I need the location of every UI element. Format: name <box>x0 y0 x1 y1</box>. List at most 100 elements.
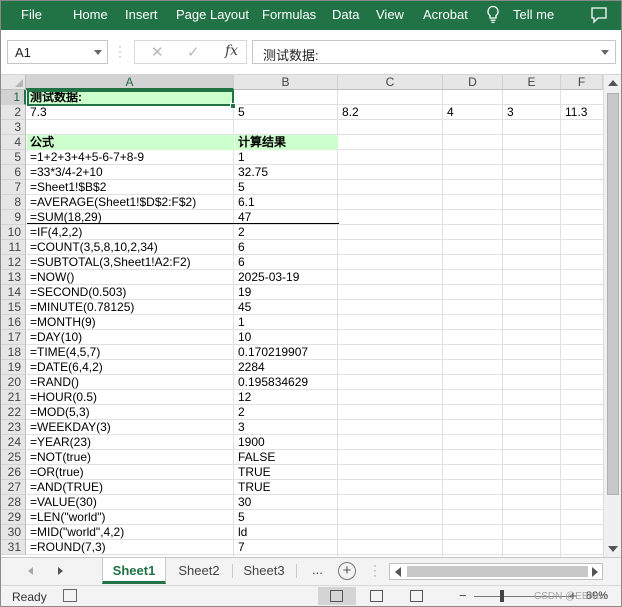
row-header-14[interactable]: 14 <box>1 285 26 300</box>
select-all-button[interactable] <box>1 75 26 90</box>
row-header-10[interactable]: 10 <box>1 225 26 240</box>
cell-b17[interactable]: 10 <box>235 330 338 345</box>
cell-f2[interactable]: 11.3 <box>562 105 603 120</box>
row-header-2[interactable]: 2 <box>1 105 26 120</box>
cell-b6[interactable]: 32.75 <box>235 165 338 180</box>
cell-b25[interactable]: FALSE <box>235 450 338 465</box>
row-header-31[interactable]: 31 <box>1 540 26 555</box>
row-header-25[interactable]: 25 <box>1 450 26 465</box>
scroll-up-icon[interactable] <box>608 80 618 86</box>
column-header-a[interactable]: A <box>26 75 234 90</box>
cell-b27[interactable]: TRUE <box>235 480 338 495</box>
row-header-1[interactable]: 1 <box>1 90 26 105</box>
cell-a30[interactable]: =MID("world",4,2) <box>27 525 234 540</box>
row-header-22[interactable]: 22 <box>1 405 26 420</box>
cell-a22[interactable]: =MOD(5,3) <box>27 405 234 420</box>
column-header-c[interactable]: C <box>338 75 443 90</box>
row-header-29[interactable]: 29 <box>1 510 26 525</box>
cell-b10[interactable]: 2 <box>235 225 338 240</box>
cell-a7[interactable]: =Sheet1!$B$2 <box>27 180 234 195</box>
cell-a11[interactable]: =COUNT(3,5,8,10,2,34) <box>27 240 234 255</box>
cell-b14[interactable]: 19 <box>235 285 338 300</box>
cell-b20[interactable]: 0.195834629 <box>235 375 338 390</box>
vertical-scroll-thumb[interactable] <box>607 93 619 495</box>
cell-c2[interactable]: 8.2 <box>339 105 443 120</box>
cell-b5[interactable]: 1 <box>235 150 338 165</box>
zoom-out-button[interactable]: − <box>459 588 467 603</box>
row-header-9[interactable]: 9 <box>1 210 26 225</box>
prev-sheet-icon[interactable] <box>28 567 33 575</box>
active-cell-selection[interactable] <box>27 90 234 106</box>
drag-handle-icon[interactable]: · · · <box>118 40 122 62</box>
ribbon-tab-home[interactable]: Home <box>73 7 108 22</box>
row-header-28[interactable]: 28 <box>1 495 26 510</box>
row-header-27[interactable]: 27 <box>1 480 26 495</box>
cell-a2[interactable]: 7.3 <box>27 105 234 120</box>
cell-b30[interactable]: ld <box>235 525 338 540</box>
cell-b23[interactable]: 3 <box>235 420 338 435</box>
fill-handle[interactable] <box>230 103 236 109</box>
cell-a29[interactable]: =LEN("world") <box>27 510 234 525</box>
drag-handle-icon[interactable]: · · · <box>373 559 377 581</box>
row-header-8[interactable]: 8 <box>1 195 26 210</box>
ribbon-tab-file[interactable]: File <box>21 7 42 22</box>
row-header-3[interactable]: 3 <box>1 120 26 135</box>
row-header-17[interactable]: 17 <box>1 330 26 345</box>
ribbon-tab-page-layout[interactable]: Page Layout <box>176 7 249 22</box>
insert-function-button[interactable]: fx <box>225 43 238 59</box>
cell-b2[interactable]: 5 <box>235 105 338 120</box>
horizontal-scrollbar[interactable] <box>389 563 603 580</box>
cell-b22[interactable]: 2 <box>235 405 338 420</box>
cell-b24[interactable]: 1900 <box>235 435 338 450</box>
cell-a6[interactable]: =33*3/4-2+10 <box>27 165 234 180</box>
column-header-f[interactable]: F <box>561 75 603 90</box>
cell-b21[interactable]: 12 <box>235 390 338 405</box>
column-header-e[interactable]: E <box>503 75 561 90</box>
vertical-scrollbar[interactable] <box>603 75 621 557</box>
row-header-7[interactable]: 7 <box>1 180 26 195</box>
cell-b4[interactable]: 计算结果 <box>235 135 338 150</box>
row-header-16[interactable]: 16 <box>1 315 26 330</box>
row-header-24[interactable]: 24 <box>1 435 26 450</box>
cell-a17[interactable]: =DAY(10) <box>27 330 234 345</box>
sheet-tab-sheet3[interactable]: Sheet3 <box>233 558 295 584</box>
cell-a10[interactable]: =IF(4,2,2) <box>27 225 234 240</box>
row-header-26[interactable]: 26 <box>1 465 26 480</box>
cell-a21[interactable]: =HOUR(0.5) <box>27 390 234 405</box>
scroll-down-icon[interactable] <box>608 546 618 552</box>
row-header-4[interactable]: 4 <box>1 135 26 150</box>
cell-b7[interactable]: 5 <box>235 180 338 195</box>
next-sheet-icon[interactable] <box>58 567 63 575</box>
cell-a24[interactable]: =YEAR(23) <box>27 435 234 450</box>
macro-recording-icon[interactable] <box>63 589 77 602</box>
name-box[interactable]: A1 <box>7 40 108 64</box>
cell-b11[interactable]: 6 <box>235 240 338 255</box>
cell-b12[interactable]: 6 <box>235 255 338 270</box>
cell-b19[interactable]: 2284 <box>235 360 338 375</box>
page-break-view-button[interactable] <box>398 587 436 605</box>
row-header-15[interactable]: 15 <box>1 300 26 315</box>
cell-a8[interactable]: =AVERAGE(Sheet1!$D$2:F$2) <box>27 195 234 210</box>
ribbon-tab-formulas[interactable]: Formulas <box>262 7 316 22</box>
cell-b8[interactable]: 6.1 <box>235 195 338 210</box>
cell-a25[interactable]: =NOT(true) <box>27 450 234 465</box>
cell-b28[interactable]: 30 <box>235 495 338 510</box>
row-header-6[interactable]: 6 <box>1 165 26 180</box>
cell-a4[interactable]: 公式 <box>27 135 234 150</box>
cell-a18[interactable]: =TIME(4,5,7) <box>27 345 234 360</box>
cell-b18[interactable]: 0.170219907 <box>235 345 338 360</box>
ribbon-tab-data[interactable]: Data <box>332 7 359 22</box>
cell-b26[interactable]: TRUE <box>235 465 338 480</box>
row-header-30[interactable]: 30 <box>1 525 26 540</box>
cancel-icon[interactable]: ✕ <box>151 43 164 61</box>
scroll-left-icon[interactable] <box>395 567 401 577</box>
sheet-tab-sheet2[interactable]: Sheet2 <box>167 558 231 584</box>
horizontal-scroll-thumb[interactable] <box>407 566 588 577</box>
cell-a31[interactable]: =ROUND(7,3) <box>27 540 234 555</box>
enter-icon[interactable]: ✓ <box>187 43 200 61</box>
cell-e2[interactable]: 3 <box>504 105 561 120</box>
tell-me-search[interactable]: Tell me <box>513 7 554 22</box>
row-header-11[interactable]: 11 <box>1 240 26 255</box>
row-header-5[interactable]: 5 <box>1 150 26 165</box>
row-header-12[interactable]: 12 <box>1 255 26 270</box>
